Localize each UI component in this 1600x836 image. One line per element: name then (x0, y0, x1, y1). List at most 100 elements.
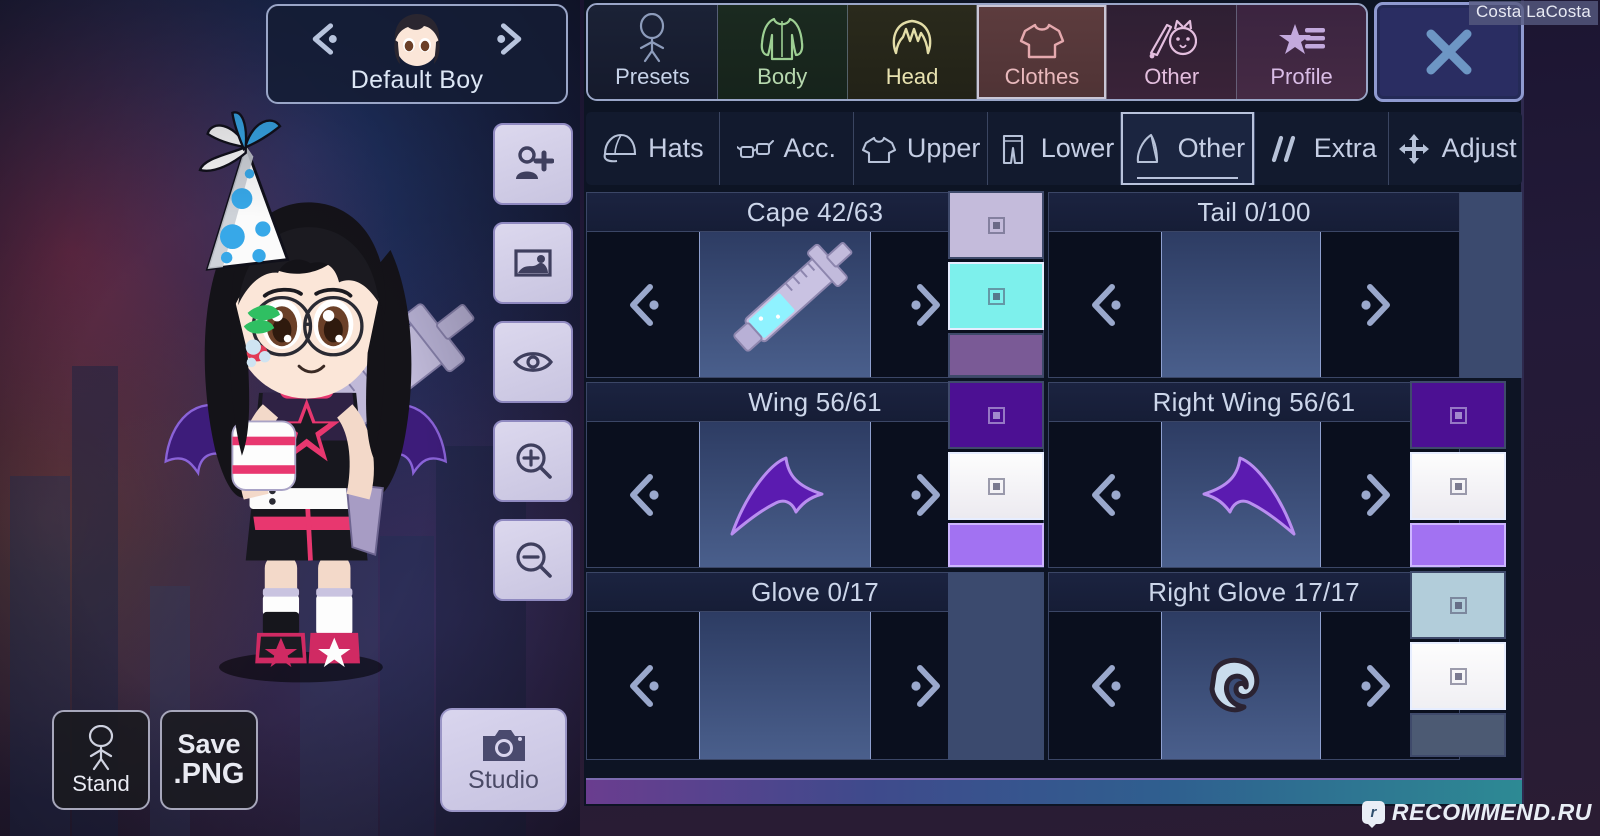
sub-tab-other[interactable]: Other (1121, 112, 1256, 185)
tab-head[interactable]: Head (847, 5, 978, 99)
background-button[interactable] (493, 222, 573, 304)
swatch[interactable] (948, 191, 1044, 259)
tab-profile[interactable]: Profile (1237, 5, 1366, 99)
tab-clothes[interactable]: Clothes (977, 5, 1108, 99)
camera-icon (482, 730, 525, 761)
sub-tab-upper[interactable]: Upper (854, 112, 988, 185)
zoom-in-button[interactable] (493, 420, 573, 502)
slot-wing-swatches (948, 381, 1044, 567)
slot-right-glove-title: Right Glove 17/17 (1049, 573, 1459, 612)
sub-tab-upper-label: Upper (906, 133, 981, 163)
watermark-top-right: Costa LaCosta (1468, 1, 1598, 25)
swatch[interactable] (1410, 523, 1506, 567)
swatch[interactable] (948, 452, 1044, 520)
slot-tail-title: Tail 0/100 (1049, 193, 1459, 232)
jacket-icon (757, 11, 807, 65)
sub-tab-extra[interactable]: Extra (1255, 112, 1390, 185)
tab-body-label: Body (757, 64, 808, 89)
tshirt-icon (860, 132, 898, 166)
slot-glove-prev[interactable] (587, 612, 699, 759)
character-selector: Default Boy (266, 4, 568, 104)
slot-cape-prev[interactable] (587, 232, 699, 377)
editor-panel: Presets Body Head Clothes Other Profile … (580, 0, 1600, 836)
sub-tab-adjust[interactable]: Adjust (1389, 112, 1522, 185)
stand-button[interactable]: Stand (52, 710, 150, 810)
save-label-line2: .PNG (173, 758, 245, 791)
next-character-button[interactable] (488, 17, 532, 61)
slot-right-glove: Right Glove 17/17 (1048, 572, 1460, 760)
slot-right-glove-swatches (1410, 571, 1506, 757)
swatch[interactable] (1410, 642, 1506, 710)
swatch[interactable] (948, 381, 1044, 449)
swatch[interactable] (948, 333, 1044, 377)
preview-toggle-button[interactable] (493, 321, 573, 403)
zoom-in-icon (516, 443, 552, 479)
slot-tail: Tail 0/100 (1048, 192, 1460, 378)
swatch[interactable] (1410, 381, 1506, 449)
tab-head-label: Head (885, 64, 939, 89)
body-outline-icon (627, 11, 677, 65)
slot-tail-preview[interactable] (1161, 232, 1321, 377)
sword-cat-icon (1147, 11, 1197, 65)
save-png-button[interactable]: Save .PNG (160, 710, 258, 810)
sub-tab-acc[interactable]: Acc. (720, 112, 854, 185)
slot-tail-next[interactable] (1321, 232, 1433, 377)
prev-character-button[interactable] (302, 17, 346, 61)
stand-pose-icon (88, 725, 114, 771)
image-icon (514, 249, 552, 277)
bat-wing-left-icon (730, 456, 824, 535)
slashes-icon (1267, 132, 1305, 166)
swatch[interactable] (948, 262, 1044, 330)
sub-tab-extra-label: Extra (1313, 133, 1377, 163)
sub-tab-other-label: Other (1177, 133, 1246, 163)
zoom-out-button[interactable] (493, 519, 573, 601)
swatch[interactable] (1410, 452, 1506, 520)
zoom-out-icon (516, 542, 552, 578)
slot-right-glove-preview[interactable] (1161, 612, 1321, 759)
add-character-button[interactable] (493, 123, 573, 205)
slot-wing-preview[interactable] (699, 422, 871, 567)
tshirt-icon (1017, 11, 1067, 65)
swatch[interactable] (948, 523, 1044, 567)
cape-icon (1131, 132, 1169, 166)
pants-icon (994, 132, 1032, 166)
watermark-text: RECOMMEND.RU (1391, 799, 1592, 825)
slot-right-glove-prev[interactable] (1049, 612, 1161, 759)
slot-wing-prev[interactable] (587, 422, 699, 567)
tab-clothes-label: Clothes (1004, 64, 1080, 89)
slot-glove-swatch-placeholder (948, 572, 1044, 760)
item-slot-grid: Cape 42/63 Tail 0/100 Wing 56/61 Right W… (586, 191, 1522, 767)
slot-right-wing-swatches (1410, 381, 1506, 567)
studio-button[interactable]: Studio (440, 708, 567, 812)
hair-icon (887, 11, 937, 65)
studio-label: Studio (468, 766, 539, 794)
slot-right-wing-prev[interactable] (1049, 422, 1161, 567)
sub-tab-adjust-label: Adjust (1441, 133, 1517, 163)
tab-presets[interactable]: Presets (588, 5, 718, 99)
close-x-icon (1426, 29, 1472, 75)
star-list-icon (1277, 11, 1327, 65)
tab-body[interactable]: Body (717, 5, 848, 99)
stage-tool-rail (493, 123, 573, 601)
swatch[interactable] (1410, 713, 1506, 757)
slot-cape-preview[interactable] (699, 232, 871, 377)
slot-right-wing-preview[interactable] (1161, 422, 1321, 567)
character-face-icon (394, 14, 440, 66)
stand-label: Stand (72, 771, 130, 796)
sub-tab-hats[interactable]: Hats (586, 112, 720, 185)
swatch[interactable] (1410, 571, 1506, 639)
character-stage: Default Boy Stand Save .PNG Studio (0, 0, 580, 836)
slot-right-wing-title: Right Wing 56/61 (1049, 383, 1459, 422)
eye-icon (513, 352, 553, 372)
sub-tab-hats-label: Hats (648, 133, 704, 163)
watermark-bottom-right: r RECOMMEND.RU (1361, 799, 1592, 828)
cap-icon (601, 132, 639, 166)
recommend-badge-icon: r (1361, 801, 1385, 828)
slot-glove-preview[interactable] (699, 612, 871, 759)
syringe-icon (733, 241, 853, 352)
tab-other[interactable]: Other (1107, 5, 1238, 99)
slot-tail-prev[interactable] (1049, 232, 1161, 377)
slot-right-wing: Right Wing 56/61 (1048, 382, 1460, 568)
main-tab-bar: Presets Body Head Clothes Other Profile (586, 3, 1368, 101)
sub-tab-lower[interactable]: Lower (988, 112, 1122, 185)
